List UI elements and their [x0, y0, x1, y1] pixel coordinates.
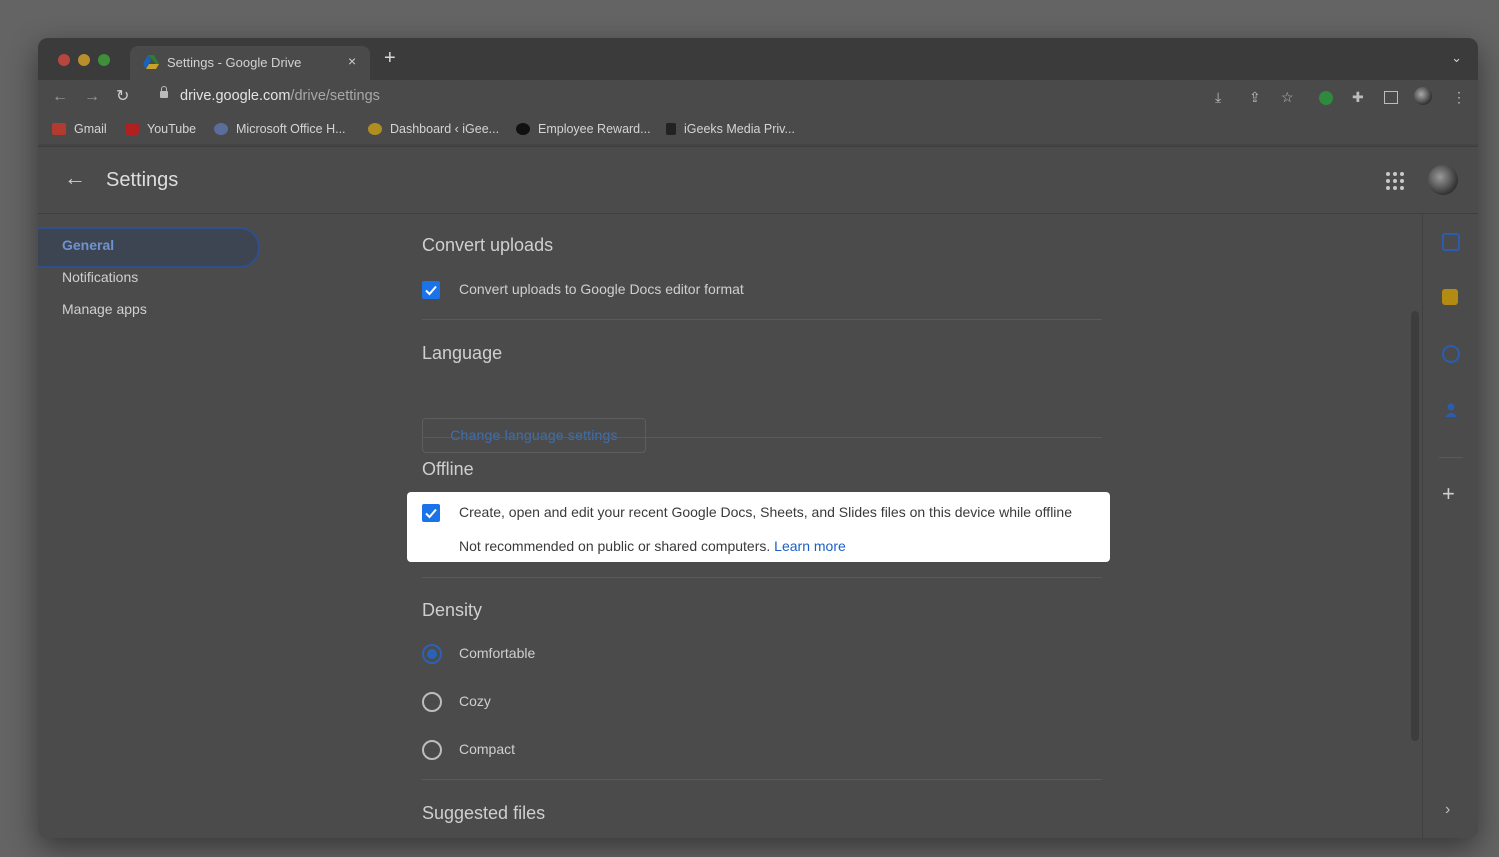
bookmark-label: Dashboard ‹ iGee...: [390, 122, 500, 136]
density-compact-radio[interactable]: [422, 740, 442, 760]
page-title: Settings: [106, 169, 179, 191]
zoom-window-button[interactable]: [98, 54, 110, 66]
youtube-icon: [125, 123, 139, 135]
change-language-button[interactable]: Change language settings: [422, 418, 646, 453]
browser-window: Settings - Google Drive × + ⌄ ← → ↻ driv…: [38, 38, 1478, 838]
install-app-icon[interactable]: ⤓: [1215, 89, 1221, 105]
calendar-icon[interactable]: [1442, 233, 1460, 251]
url-domain: drive.google.com: [180, 88, 291, 104]
tab-close-icon[interactable]: ×: [348, 53, 356, 69]
section-title-density: Density: [422, 600, 483, 620]
density-comfortable-radio[interactable]: [422, 644, 442, 664]
checkmark-icon: [425, 285, 437, 296]
bookmark-star-icon[interactable]: ☆: [1281, 89, 1294, 105]
url-path: /drive/settings: [290, 88, 380, 104]
profile-avatar[interactable]: [1414, 87, 1432, 105]
density-compact-label: Compact: [459, 741, 516, 757]
igeeks-icon: [368, 123, 382, 135]
side-panel-icon[interactable]: [1384, 91, 1398, 104]
add-addon-icon[interactable]: +: [1442, 483, 1460, 505]
forward-arrow-icon[interactable]: →: [84, 88, 100, 106]
bookmark-microsoft-office[interactable]: Microsoft Office H...: [214, 122, 346, 136]
convert-uploads-label: Convert uploads to Google Docs editor fo…: [459, 281, 744, 297]
section-title-offline: Offline: [422, 459, 474, 479]
bookmark-label: Employee Reward...: [538, 122, 651, 136]
bookmark-employee-reward[interactable]: Employee Reward...: [516, 122, 651, 136]
gmail-icon: [52, 123, 66, 135]
tab-settings-google-drive[interactable]: Settings - Google Drive ×: [130, 46, 370, 80]
section-title-language: Language: [422, 343, 503, 363]
density-cozy-radio[interactable]: [422, 692, 442, 712]
new-tab-button[interactable]: +: [384, 48, 396, 68]
density-comfortable-label: Comfortable: [459, 645, 536, 661]
bookmark-gmail[interactable]: Gmail: [52, 122, 107, 136]
account-avatar[interactable]: [1428, 165, 1458, 195]
tasks-icon[interactable]: [1442, 345, 1460, 363]
side-panel-divider: [1439, 457, 1463, 458]
bookmarks-bar: Gmail YouTube Microsoft Office H... Dash…: [38, 116, 1478, 144]
bookmark-label: YouTube: [147, 122, 197, 136]
document-icon: [666, 123, 676, 135]
offline-checkbox-label: Create, open and edit your recent Google…: [459, 504, 1072, 520]
address-bar[interactable]: drive.google.com/drive/settings: [142, 83, 1307, 113]
keep-icon[interactable]: [1442, 289, 1458, 305]
section-title-convert-uploads: Convert uploads: [422, 235, 554, 255]
sidebar-item-general[interactable]: General: [62, 237, 114, 253]
minimize-window-button[interactable]: [78, 54, 90, 66]
extensions-puzzle-icon[interactable]: ✚: [1352, 89, 1364, 105]
chevron-right-icon[interactable]: ›: [1445, 801, 1463, 819]
google-apps-grid-icon[interactable]: [1386, 172, 1404, 190]
lock-icon: [160, 86, 168, 98]
side-panel: + ›: [1422, 213, 1478, 838]
bookmark-youtube[interactable]: YouTube: [125, 122, 196, 136]
tab-search-chevron-icon[interactable]: ⌄: [1451, 50, 1462, 66]
section-divider: [422, 577, 1102, 578]
checkmark-icon: [425, 508, 437, 519]
offline-note-text: Not recommended on public or shared comp…: [459, 538, 771, 554]
back-arrow-icon[interactable]: ←: [64, 165, 86, 191]
convert-uploads-checkbox[interactable]: [422, 281, 440, 299]
offline-checkbox[interactable]: [422, 504, 440, 522]
tab-strip: Settings - Google Drive × + ⌄: [38, 38, 1478, 80]
browser-toolbar: ← → ↻ drive.google.com/drive/settings ⤓ …: [38, 80, 1478, 116]
bookmark-label: Microsoft Office H...: [236, 122, 346, 136]
bookmark-label: Gmail: [74, 122, 107, 136]
grammarly-extension-icon[interactable]: [1319, 91, 1333, 105]
bookmark-label: iGeeks Media Priv...: [684, 122, 795, 136]
sidebar-item-notifications[interactable]: Notifications: [62, 269, 138, 285]
section-divider: [422, 437, 1102, 438]
bookmark-dashboard[interactable]: Dashboard ‹ iGee...: [368, 122, 499, 136]
back-arrow-icon[interactable]: ←: [52, 88, 68, 106]
tab-title: Settings - Google Drive: [167, 55, 302, 70]
contacts-icon[interactable]: [1442, 401, 1460, 419]
drive-settings-page: ← Settings General Notifications Manage …: [38, 146, 1478, 838]
sidebar-item-manage-apps[interactable]: Manage apps: [62, 301, 147, 317]
scrollbar[interactable]: [1411, 311, 1419, 741]
share-icon[interactable]: ⇪: [1249, 89, 1261, 105]
offline-note: Not recommended on public or shared comp…: [459, 538, 846, 554]
browser-menu-icon[interactable]: ⋮: [1452, 89, 1466, 105]
reward-icon: [516, 123, 530, 135]
office-icon: [214, 123, 228, 135]
settings-header: ← Settings: [38, 147, 1478, 214]
reload-icon[interactable]: ↻: [116, 88, 129, 106]
close-window-button[interactable]: [58, 54, 70, 66]
density-cozy-label: Cozy: [459, 693, 491, 709]
section-divider: [422, 779, 1102, 780]
section-title-suggested-files: Suggested files: [422, 803, 546, 823]
google-drive-icon: [143, 55, 159, 69]
url-text[interactable]: drive.google.com/drive/settings: [180, 88, 380, 104]
section-divider: [422, 319, 1102, 320]
bookmark-igeeks-media[interactable]: iGeeks Media Priv...: [666, 122, 795, 136]
learn-more-link[interactable]: Learn more: [774, 538, 846, 554]
